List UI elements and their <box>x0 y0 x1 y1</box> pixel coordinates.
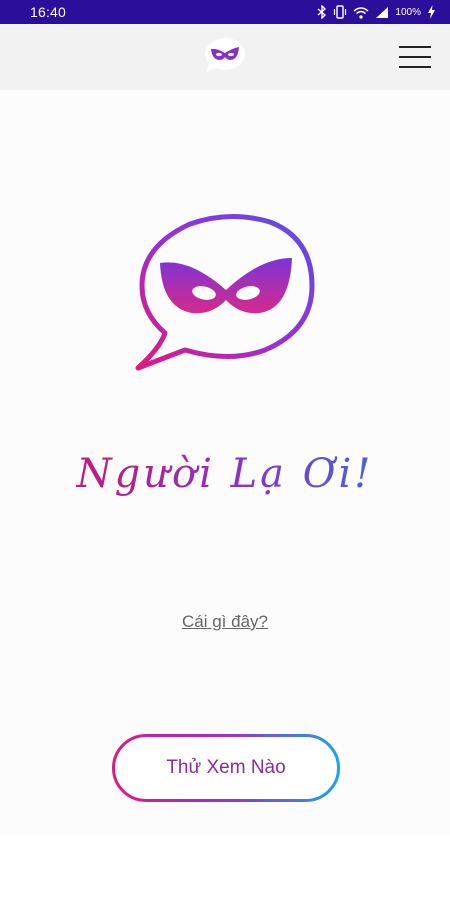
what-is-this-link[interactable]: Cái gì đây? <box>0 612 450 632</box>
mask-chat-icon <box>205 38 245 73</box>
try-now-button[interactable]: Thử Xem Nào <box>112 734 340 802</box>
app-bar <box>0 24 450 90</box>
status-time: 16:40 <box>30 4 67 20</box>
signal-icon <box>376 6 389 18</box>
app-title-text: Người Lạ Ơi! <box>76 451 374 497</box>
app-title: Người Lạ Ơi! <box>76 451 374 497</box>
bluetooth-icon <box>317 5 327 19</box>
battery-percent: 100% <box>395 6 421 18</box>
hamburger-menu-icon[interactable] <box>396 42 434 72</box>
mask-chat-icon <box>135 214 315 371</box>
vibrate-icon <box>334 5 347 19</box>
battery-icon <box>428 5 435 19</box>
wifi-icon <box>353 6 369 19</box>
try-now-label: Thử Xem Nào <box>166 757 286 778</box>
status-bar: 16:40 100% <box>0 0 450 24</box>
status-icons: 100% <box>317 5 436 19</box>
